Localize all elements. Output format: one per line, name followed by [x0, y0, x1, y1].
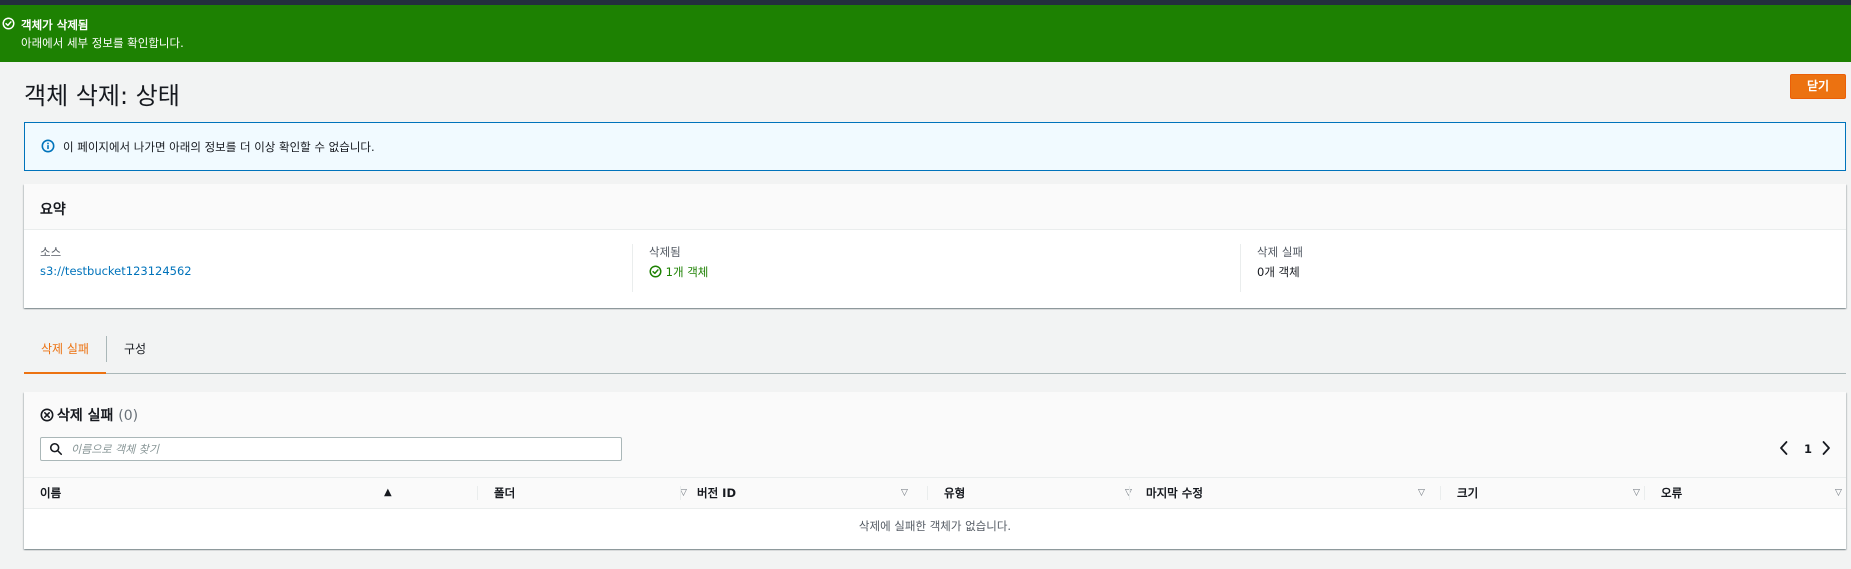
tab-bar: 삭제 실패 구성 [24, 334, 1846, 374]
failed-label: 삭제 실패 [1257, 245, 1303, 259]
tab-failed[interactable]: 삭제 실패 [24, 334, 106, 374]
column-label: 크기 [1457, 486, 1479, 500]
column-label: 이름 [40, 486, 62, 500]
column-divider [1644, 478, 1645, 508]
summary-panel: 요약 소스 s3://testbucket123124562 삭제됨 1개 객체… [24, 184, 1846, 308]
failed-title-text: 삭제 실패 [57, 408, 114, 424]
sort-icon: ▽ [1418, 488, 1425, 498]
column-header-folder[interactable]: 폴더 ▽ [494, 478, 687, 508]
search-box [40, 437, 622, 461]
column-label: 폴더 [494, 486, 516, 500]
search-icon [49, 442, 63, 456]
column-header-type[interactable]: 유형 ▽ [944, 478, 1134, 508]
check-circle-icon [649, 265, 662, 278]
page-number[interactable]: 1 [1804, 442, 1812, 466]
column-header-version-id[interactable]: 버전 ID ▽ [697, 478, 908, 508]
search-input[interactable] [71, 440, 611, 458]
info-alert: 이 페이지에서 나가면 아래의 정보를 더 이상 확인할 수 없습니다. [24, 122, 1846, 171]
table-header: 이름 ▲ 폴더 ▽ 버전 ID ▽ 유형 ▽ 마지막 수정 ▽ 크기 ▽ 오 [24, 477, 1846, 509]
sort-icon: ▽ [680, 488, 687, 498]
page-title: 객체 삭제: 상태 [24, 82, 180, 110]
x-circle-icon [40, 408, 54, 422]
deleted-count: 1개 객체 [665, 265, 709, 279]
success-flashbar: 객체가 삭제됨 아래에서 세부 정보를 확인합니다. [0, 5, 1851, 62]
sort-icon: ▽ [901, 488, 908, 498]
tab-configuration[interactable]: 구성 [107, 334, 163, 374]
failed-objects-panel: 삭제 실패 (0) 1 이름 ▲ 폴더 ▽ 버전 ID ▽ 유형 [24, 392, 1846, 549]
source-column: 소스 s3://testbucket123124562 [40, 242, 620, 292]
sort-icon: ▽ [1633, 488, 1640, 498]
column-label: 오류 [1661, 486, 1683, 500]
column-label: 버전 ID [697, 486, 736, 500]
sort-icon: ▽ [1835, 488, 1842, 498]
column-divider [927, 478, 928, 508]
check-circle-icon [2, 17, 15, 30]
column-divider [632, 244, 633, 292]
column-divider [680, 478, 681, 508]
deleted-value: 1개 객체 [649, 264, 708, 280]
info-text: 이 페이지에서 나가면 아래의 정보를 더 이상 확인할 수 없습니다. [63, 140, 375, 154]
info-icon [41, 139, 55, 153]
column-header-last-modified[interactable]: 마지막 수정 ▽ [1146, 478, 1436, 508]
column-divider [477, 478, 478, 508]
source-label: 소스 [40, 245, 62, 259]
summary-title: 요약 [40, 202, 66, 218]
column-header-name[interactable]: 이름 ▲ [40, 478, 392, 508]
failed-count-badge: (0) [118, 408, 139, 424]
chevron-right-icon[interactable] [1818, 439, 1834, 457]
failed-title: 삭제 실패 (0) [40, 405, 138, 425]
chevron-left-icon[interactable] [1776, 439, 1792, 457]
sort-ascending-icon: ▲ [384, 487, 392, 498]
empty-table-message: 삭제에 실패한 객체가 없습니다. [858, 519, 1012, 533]
deleted-label: 삭제됨 [649, 245, 681, 259]
failed-count: 0개 객체 [1257, 265, 1300, 279]
deleted-column: 삭제됨 1개 객체 [649, 242, 1229, 292]
column-label: 마지막 수정 [1146, 486, 1203, 500]
column-divider [1129, 478, 1130, 508]
flash-title: 객체가 삭제됨 [21, 18, 89, 32]
flash-message: 아래에서 세부 정보를 확인합니다. [21, 36, 184, 50]
column-divider [1240, 244, 1241, 292]
column-label: 유형 [944, 486, 966, 500]
column-header-size[interactable]: 크기 ▽ [1457, 478, 1647, 508]
close-button[interactable]: 닫기 [1790, 74, 1846, 99]
column-divider [1440, 478, 1441, 508]
column-header-error[interactable]: 오류 ▽ [1661, 478, 1851, 508]
summary-header: 요약 [24, 184, 1846, 230]
source-link[interactable]: s3://testbucket123124562 [40, 264, 192, 278]
failed-column: 삭제 실패 0개 객체 [1257, 242, 1837, 292]
